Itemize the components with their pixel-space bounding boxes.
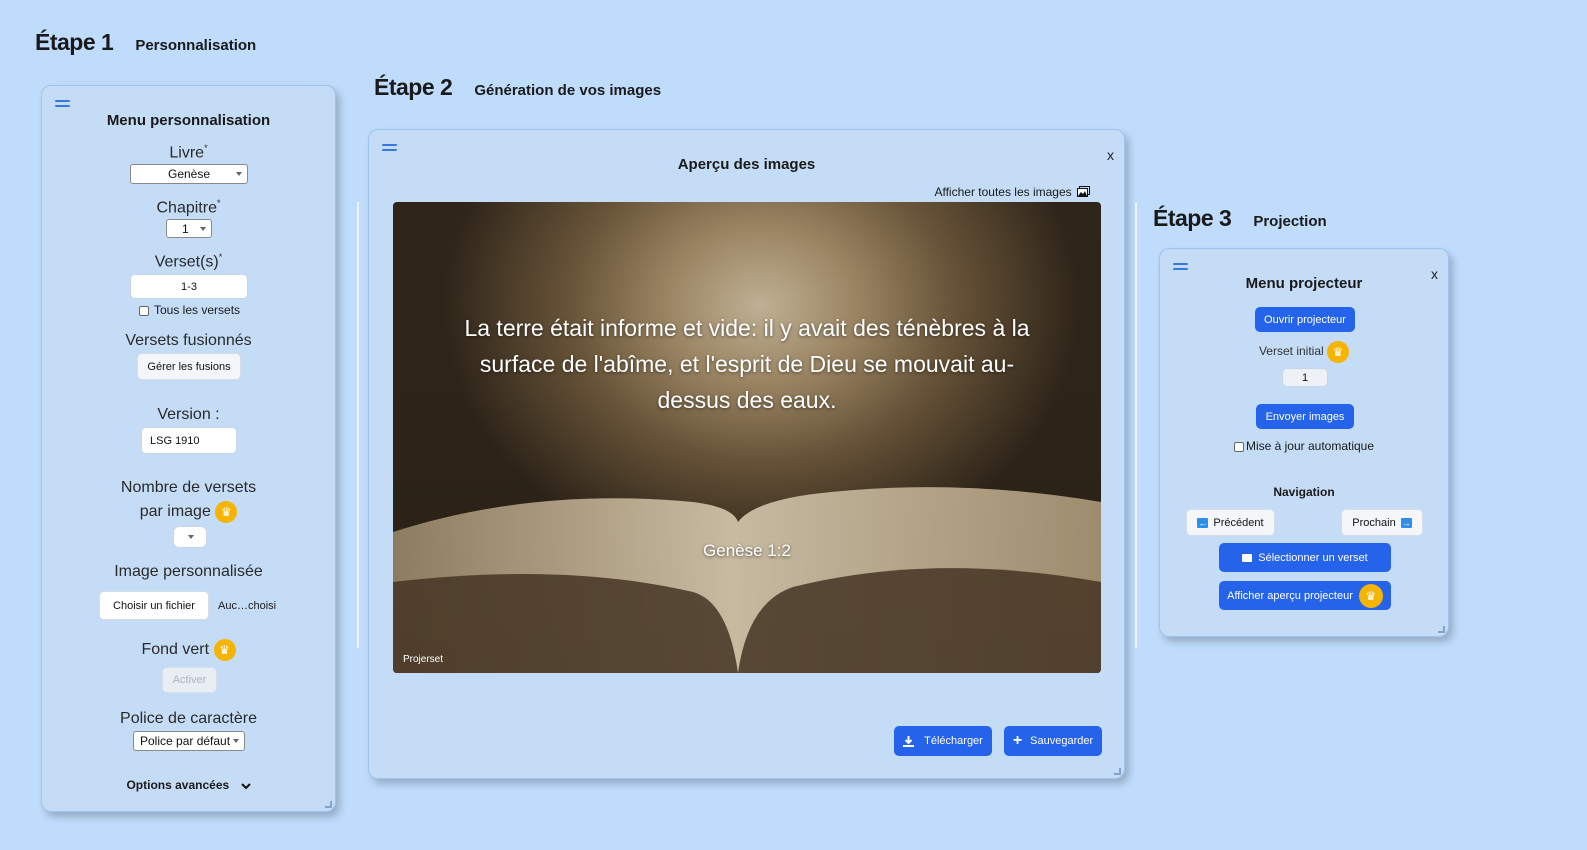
previous-button[interactable]: ← Précédent (1186, 509, 1275, 536)
step2-title: Génération de vos images (474, 82, 662, 99)
next-button[interactable]: Prochain → (1341, 509, 1423, 536)
chapitre-label: Chapitre* (156, 198, 221, 217)
chapitre-select[interactable]: 1 (166, 219, 212, 238)
save-button[interactable]: + Sauvegarder (1004, 726, 1102, 756)
tous-versets-checkbox[interactable]: Tous les versets (139, 303, 240, 317)
versets-label: Verset(s)* (154, 252, 223, 271)
send-images-button[interactable]: Envoyer images (1256, 404, 1354, 429)
book-illustration (393, 202, 1101, 673)
download-icon (903, 735, 915, 747)
step1-number: Étape 1 (35, 29, 114, 55)
activer-button[interactable]: Activer (162, 667, 217, 693)
preview-image: La terre était informe et vide: il y ava… (393, 202, 1101, 673)
chevron-down-icon (200, 226, 206, 231)
menu-projecteur-panel: x Menu projecteur Ouvrir projecteur Vers… (1159, 248, 1449, 637)
panel-title: Menu projecteur (1245, 275, 1363, 292)
fusion-label: Versets fusionnés (125, 332, 252, 349)
verset-initial-label: Verset initial ♛ (1160, 341, 1448, 363)
version-input[interactable]: LSG 1910 (141, 427, 237, 454)
police-select[interactable]: Police par défaut (133, 731, 245, 751)
crown-icon: ♛ (213, 639, 236, 661)
choose-file-button[interactable]: Choisir un fichier (99, 591, 209, 620)
show-all-images-link[interactable]: Afficher toutes les images (934, 185, 1090, 199)
step1-heading: Étape 1 Personnalisation (35, 29, 256, 56)
crown-icon: ♛ (215, 501, 238, 523)
resize-handle[interactable] (325, 801, 332, 808)
gerer-fusions-button[interactable]: Gérer les fusions (137, 353, 241, 380)
panel-title: Aperçu des images (677, 156, 816, 173)
chevron-down-icon (233, 739, 239, 743)
police-label: Police de caractère (120, 710, 257, 727)
step3-title: Projection (1253, 213, 1327, 230)
livre-label: Livre* (169, 143, 208, 162)
verse-text: La terre était informe et vide: il y ava… (464, 315, 1030, 413)
resize-handle[interactable] (1114, 768, 1121, 775)
divider-left (357, 202, 359, 648)
menu-personnalisation-panel: Menu personnalisation Livre* Genèse Chap… (41, 85, 336, 812)
options-avancees-toggle[interactable]: Options avancées (42, 778, 335, 792)
image-perso-label: Image personnalisée (114, 563, 263, 580)
par-image-label: par image ♛ (42, 501, 335, 523)
nombre-versets-select[interactable] (173, 526, 207, 548)
download-button[interactable]: Télécharger (894, 726, 992, 756)
step2-heading: Étape 2 Génération de vos images (374, 74, 661, 101)
crown-icon: ♛ (1358, 583, 1383, 608)
book-icon (1242, 553, 1253, 562)
checkbox-icon[interactable] (1233, 441, 1244, 452)
apercu-panel: x Aperçu des images Afficher toutes les … (368, 129, 1125, 779)
select-verse-button[interactable]: Sélectionner un verset (1219, 543, 1391, 572)
resize-handle[interactable] (1438, 626, 1445, 633)
nombre-versets-label: Nombre de versets (120, 479, 257, 496)
step2-number: Étape 2 (374, 74, 453, 100)
step3-heading: Étape 3 Projection (1153, 205, 1327, 232)
open-projector-button[interactable]: Ouvrir projecteur (1255, 307, 1355, 332)
chevron-down-icon (188, 535, 194, 539)
fond-vert-label: Fond vert ♛ (42, 639, 335, 661)
version-label: Version : (157, 406, 220, 423)
chevron-down-icon (240, 783, 251, 790)
panel-title: Menu personnalisation (106, 112, 271, 129)
drag-handle-icon[interactable] (382, 144, 397, 154)
step3-number: Étape 3 (1153, 205, 1232, 231)
preview-projector-button[interactable]: Afficher aperçu projecteur ♛ (1219, 581, 1391, 610)
chevron-down-icon (236, 172, 242, 176)
auto-update-checkbox[interactable]: Mise à jour automatique (1160, 439, 1448, 453)
drag-handle-icon[interactable] (1173, 263, 1188, 273)
arrow-left-icon: ← (1197, 517, 1209, 528)
file-status: Auc…choisi (218, 600, 277, 612)
images-icon (1077, 186, 1090, 197)
plus-icon: + (1012, 732, 1023, 749)
drag-handle-icon[interactable] (55, 100, 70, 110)
livre-select[interactable]: Genèse (130, 164, 248, 184)
verset-initial-input[interactable]: 1 (1282, 368, 1328, 387)
step1-title: Personnalisation (135, 37, 257, 54)
watermark: Projerset (403, 654, 444, 665)
arrow-right-icon: → (1400, 517, 1412, 528)
crown-icon: ♛ (1327, 341, 1350, 363)
checkbox-icon[interactable] (139, 305, 149, 316)
divider-right (1135, 202, 1137, 648)
navigation-title: Navigation (1273, 485, 1335, 499)
versets-input[interactable]: 1-3 (130, 274, 248, 299)
verse-reference: Genèse 1:2 (703, 541, 791, 560)
